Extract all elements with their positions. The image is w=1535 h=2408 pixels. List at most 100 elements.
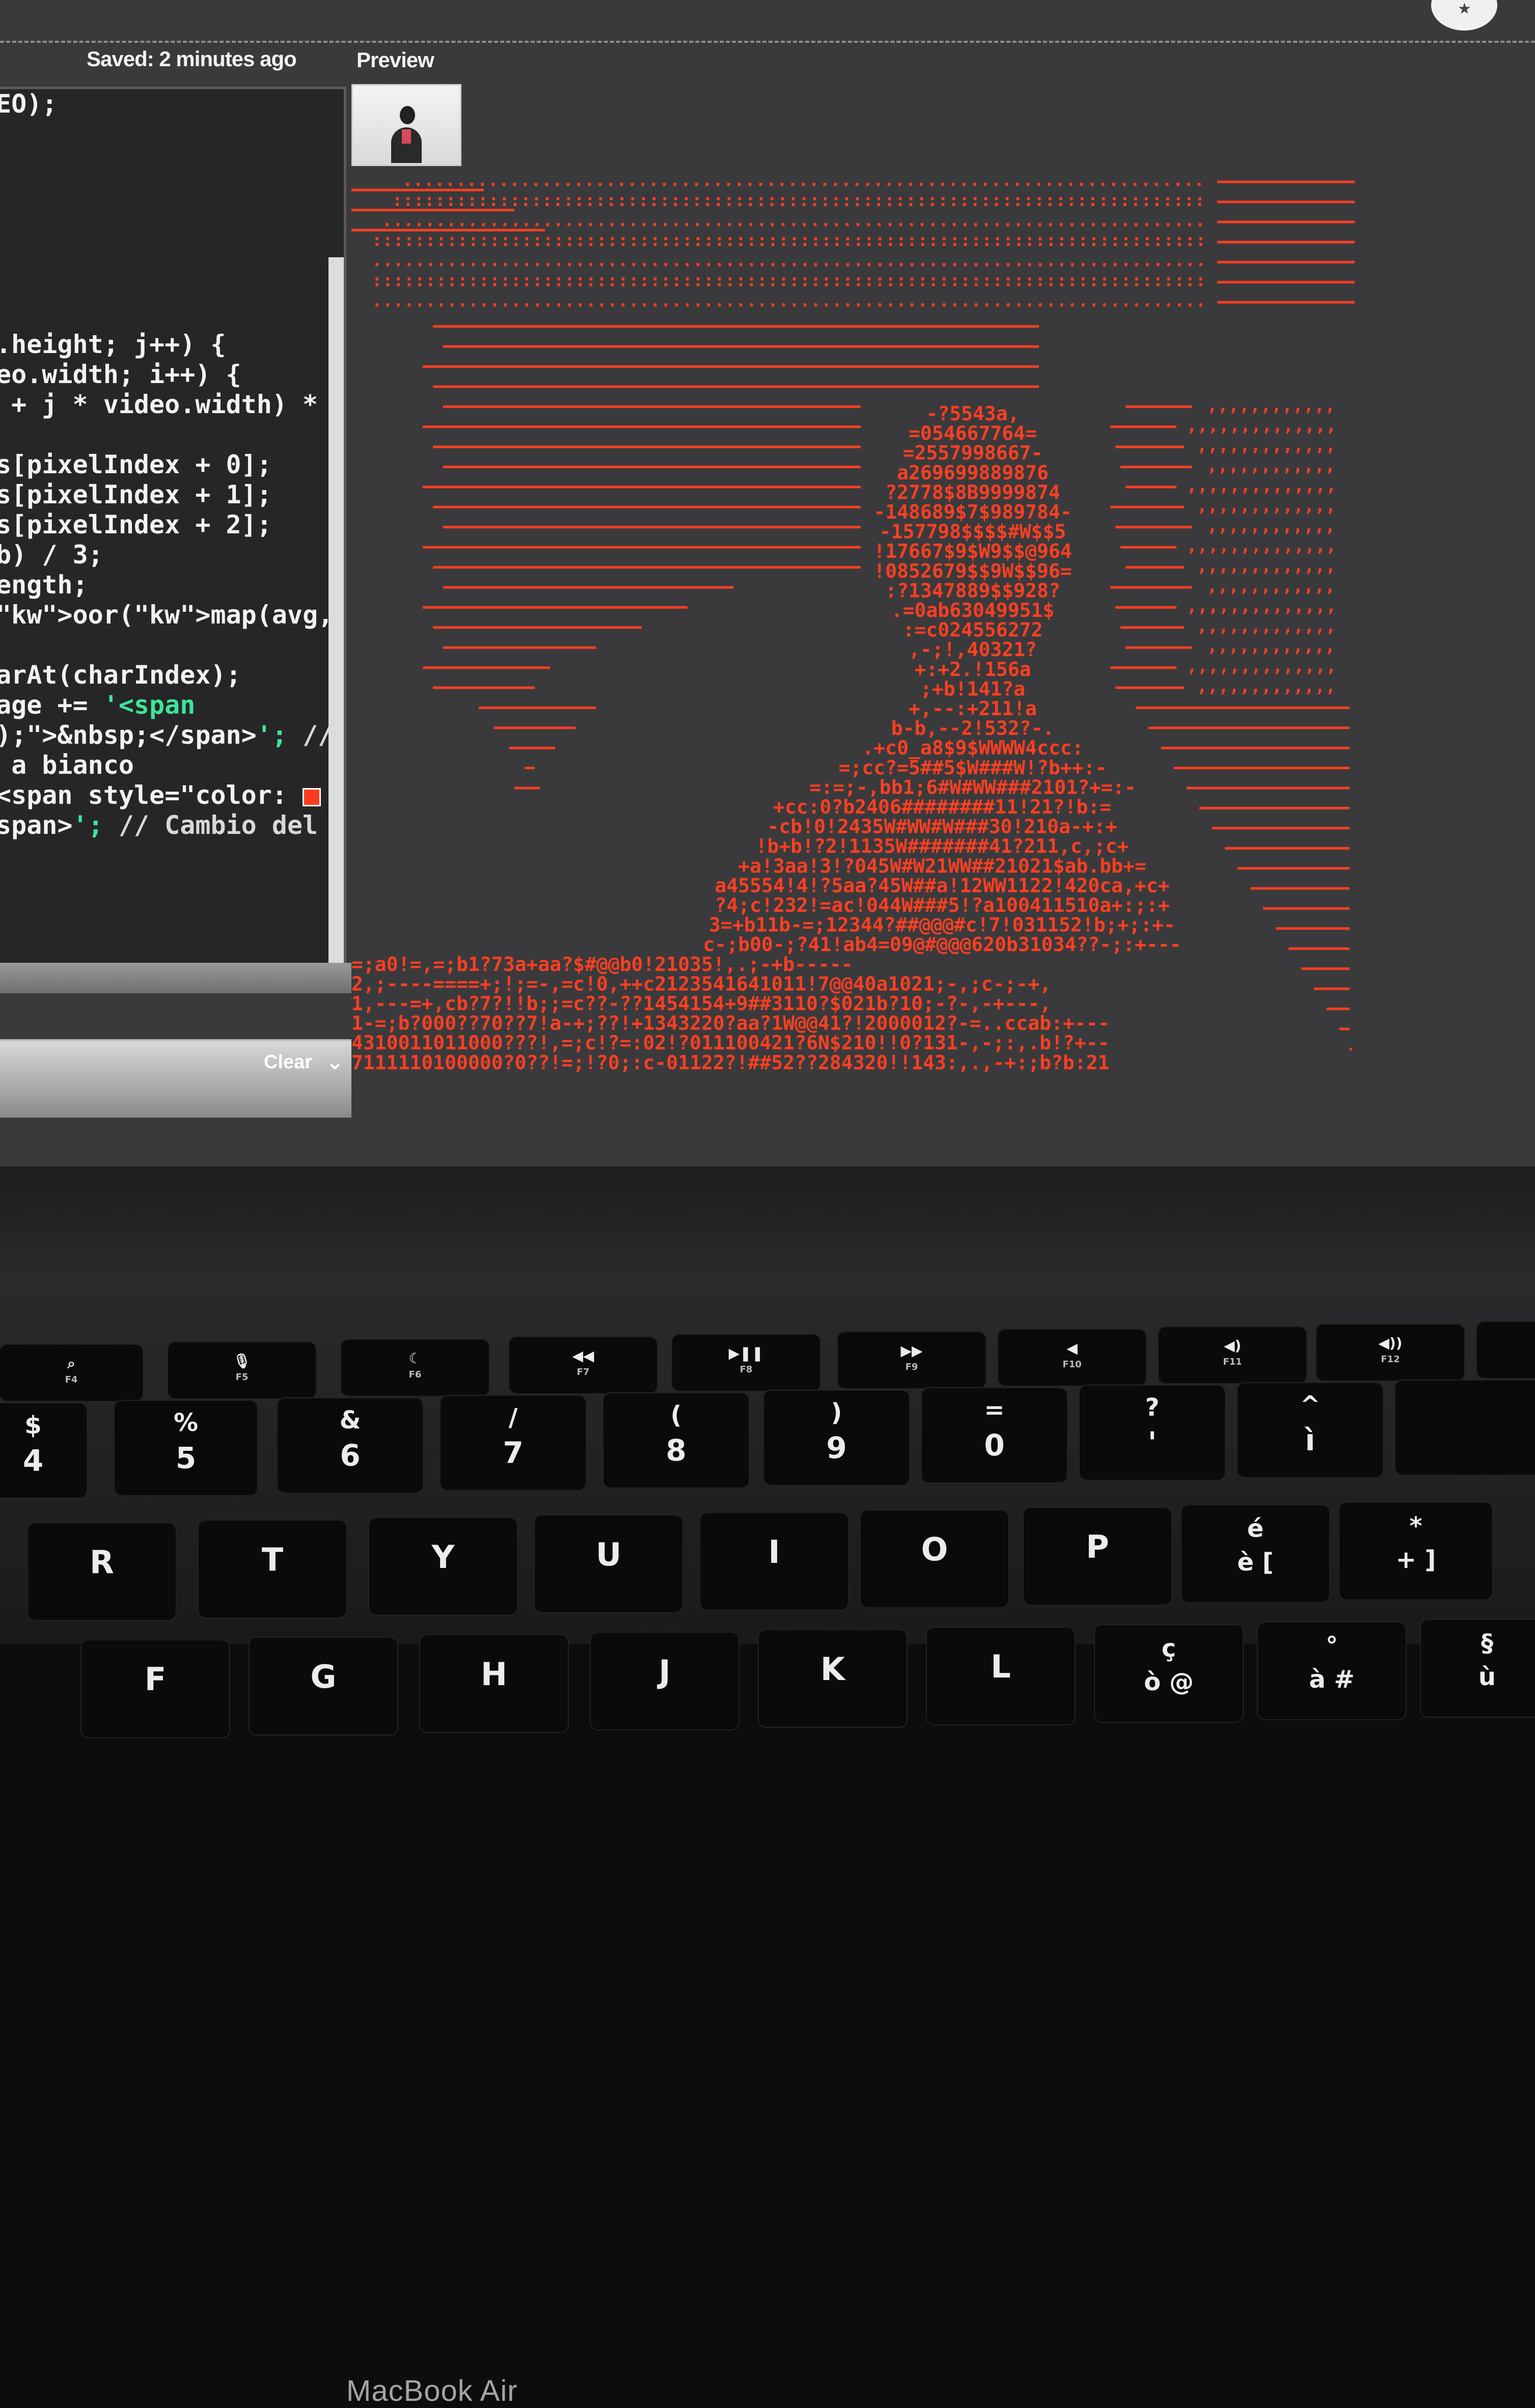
ascii-dot-run: ........................................… bbox=[372, 290, 1206, 311]
key-7[interactable]: /7 bbox=[441, 1396, 586, 1490]
code-line: eo.width; i++) { bbox=[0, 360, 241, 389]
key-ograve[interactable]: çò @ bbox=[1095, 1625, 1243, 1722]
ascii-text-row: +,--:+211!a bbox=[909, 697, 1037, 720]
key-apostrophe[interactable]: ? ' bbox=[1080, 1386, 1225, 1480]
ascii-text-row: 1-=;b?000??70??7!a-+;??!+1343220?aa?1W@@… bbox=[351, 1012, 1110, 1035]
ascii-dot-run: ,,,,,,,,,,,,, bbox=[1197, 435, 1336, 455]
key-egrave[interactable]: éè [ bbox=[1182, 1505, 1329, 1602]
editor-scrollbar[interactable] bbox=[328, 257, 344, 991]
key-f5-dictation[interactable]: 🎙 F5 bbox=[168, 1342, 316, 1398]
code-line: + j * video.width) * bbox=[0, 390, 318, 419]
console-divider[interactable] bbox=[0, 963, 357, 993]
ascii-text-row: c-;b00-;?41!ab4=09@#@@@620b31034??-;:+--… bbox=[703, 933, 1182, 956]
ascii-text-row: 7111110100000?0??!=;!?0;:c-01122?!##52??… bbox=[351, 1051, 1110, 1074]
ascii-dot-run: ,,,,,,,,,,,,, bbox=[1197, 556, 1336, 576]
key-9[interactable]: ) 9 bbox=[764, 1391, 909, 1485]
key-g[interactable]: G bbox=[250, 1638, 397, 1735]
ascii-dot-run: ,,,,,,,,,,,,, bbox=[1197, 616, 1336, 636]
key-f10-mute[interactable]: ◀ F10 bbox=[998, 1330, 1146, 1386]
key-f12-volume-up[interactable]: ◀)) F12 bbox=[1317, 1324, 1464, 1381]
ascii-dot-run: ::::::::::::::::::::::::::::::::::::::::… bbox=[372, 270, 1206, 291]
ascii-text-row: 3=+b11b-=;12344?##@@@#c!7!031152!b;+;:+- bbox=[709, 914, 1175, 936]
ascii-dot-run: ,,,,,,,,,,,,,, bbox=[1187, 475, 1336, 496]
ascii-dot-run: ::::::::::::::::::::::::::::::::::::::::… bbox=[372, 230, 1206, 251]
key-touch-id[interactable] bbox=[1477, 1322, 1535, 1378]
ascii-text-row: -cb!0!2435W#WW#W###30!210a-+:+ bbox=[768, 816, 1117, 838]
key-ugrave[interactable]: § ù bbox=[1421, 1620, 1535, 1717]
ascii-text-row: b-b,--2!532?-. bbox=[891, 717, 1055, 740]
top-action-button[interactable]: ★ bbox=[1431, 0, 1497, 31]
ascii-dot-run: ........................................… bbox=[382, 210, 1205, 231]
code-editor[interactable]: EO); .height; j++) { eo.width; i++) { + … bbox=[0, 87, 346, 993]
ascii-text-row: ;+b!141?a bbox=[920, 678, 1025, 700]
ascii-dot-run: ,,,,,,,,,,,, bbox=[1207, 395, 1335, 415]
key-f11-volume-down[interactable]: ◀) F11 bbox=[1159, 1327, 1306, 1383]
ascii-text-row: .=0ab63049951$ bbox=[891, 599, 1055, 621]
code-line: s[pixelIndex + 2]; bbox=[0, 510, 272, 539]
saved-status: Saved: 2 minutes ago bbox=[87, 47, 297, 71]
ascii-text-row: +cc:0?b2406########11!21?!b:= bbox=[773, 796, 1111, 818]
thumbnail-phone bbox=[402, 129, 411, 144]
key-t[interactable]: T bbox=[199, 1521, 346, 1617]
key-plus[interactable]: * + ] bbox=[1339, 1503, 1492, 1600]
ascii-text-row: =;a0!=,=;b1?73a+aa?$#@@b0!21035!,.;-+b--… bbox=[351, 953, 853, 976]
key-f8-play[interactable]: ▶❚❚ F8 bbox=[672, 1335, 820, 1391]
ascii-text-row: ?2778$8B9999874 bbox=[885, 481, 1060, 503]
ascii-dot-run: ,,,,,,,,,,,,,, bbox=[1187, 596, 1336, 616]
key-f7-rewind[interactable]: ◀◀ F7 bbox=[509, 1337, 657, 1393]
thumbnail-head bbox=[400, 106, 415, 124]
key-i[interactable]: I bbox=[700, 1513, 848, 1610]
code-line: ength; bbox=[0, 570, 88, 600]
ascii-dot-run: ,,,,,,,,,,,,,, bbox=[1187, 535, 1336, 556]
key-0[interactable]: = 0 bbox=[922, 1388, 1067, 1482]
key-j[interactable]: J bbox=[591, 1633, 738, 1729]
key-backspace[interactable] bbox=[1395, 1381, 1535, 1475]
key-4[interactable]: $4 bbox=[0, 1403, 87, 1498]
key-y[interactable]: Y bbox=[369, 1518, 517, 1615]
ascii-text-row: .+c0_a8$9$WWWW4ccc: bbox=[862, 737, 1083, 759]
ascii-text-row: a269699889876 bbox=[897, 462, 1049, 484]
code-line: age += '<span bbox=[0, 690, 196, 720]
ascii-text-row: +a!3aa!3!?045W#W21WW##21021$ab.bb+= bbox=[738, 855, 1146, 877]
key-agrave[interactable]: ° à # bbox=[1258, 1622, 1406, 1719]
star-icon: ★ bbox=[1458, 0, 1471, 18]
ascii-art: ........................................… bbox=[351, 171, 1355, 1074]
key-u[interactable]: U bbox=[535, 1516, 682, 1612]
key-8[interactable]: (8 bbox=[604, 1393, 749, 1487]
key-f6-focus[interactable]: ☾ F6 bbox=[341, 1340, 489, 1396]
ascii-text-row: -157798$$$$#W$$5 bbox=[880, 521, 1066, 543]
ascii-text-row: !b+b!?2!1135W#######41?211,c,;c+ bbox=[756, 835, 1129, 857]
chevron-down-icon[interactable]: ⌄ bbox=[326, 1049, 344, 1074]
key-igrave[interactable]: ^ ì bbox=[1238, 1383, 1383, 1477]
code-line: s[pixelIndex + 0]; bbox=[0, 450, 272, 479]
key-r[interactable]: R bbox=[28, 1523, 176, 1620]
ascii-text-row: :=c024556272 bbox=[903, 619, 1043, 641]
key-6[interactable]: & 6 bbox=[278, 1398, 423, 1493]
code-line: b) / 3; bbox=[0, 540, 103, 570]
key-h[interactable]: H bbox=[420, 1635, 568, 1732]
ascii-dot-run: ,,,,,,,,,,,,,, bbox=[1187, 415, 1336, 436]
key-f9-forward[interactable]: ▶▶ F9 bbox=[838, 1332, 985, 1388]
ascii-text-row: =2557998667- bbox=[903, 442, 1043, 464]
ascii-preview-canvas: ........................................… bbox=[351, 171, 1365, 1151]
key-p[interactable]: P bbox=[1024, 1508, 1171, 1605]
code-line: EO); bbox=[0, 89, 58, 119]
code-line: arAt(charIndex); bbox=[0, 660, 241, 690]
key-f[interactable]: F bbox=[81, 1640, 229, 1737]
ascii-text-row: a45554!4!?5aa?45W##a!12WW1122!420ca,+c+ bbox=[715, 874, 1169, 897]
color-swatch[interactable] bbox=[303, 788, 321, 806]
key-f4-search[interactable]: ⌕ F4 bbox=[0, 1345, 143, 1401]
laptop-screen: ★ Saved: 2 minutes ago Preview EO); .hei… bbox=[0, 0, 1535, 1167]
ascii-dot-run: ........................................… bbox=[372, 251, 1206, 271]
code-line: a bianco bbox=[0, 750, 134, 780]
clear-console-button[interactable]: Clear bbox=[264, 1051, 312, 1073]
key-l[interactable]: L bbox=[927, 1628, 1075, 1724]
code-line: );">&nbsp;</span>'; // bbox=[0, 720, 334, 750]
key-k[interactable]: K bbox=[759, 1630, 907, 1727]
code-line: "kw">oor("kw">map(avg, 0, 255, 0, bbox=[0, 600, 334, 630]
ascii-text-row: -148689$7$989784- bbox=[873, 501, 1072, 523]
key-5[interactable]: % 5 bbox=[115, 1401, 257, 1495]
key-o[interactable]: O bbox=[861, 1510, 1008, 1607]
webcam-thumbnail[interactable] bbox=[351, 84, 461, 166]
ascii-dot-run: ,,,,,,,,,,,, bbox=[1207, 516, 1335, 536]
